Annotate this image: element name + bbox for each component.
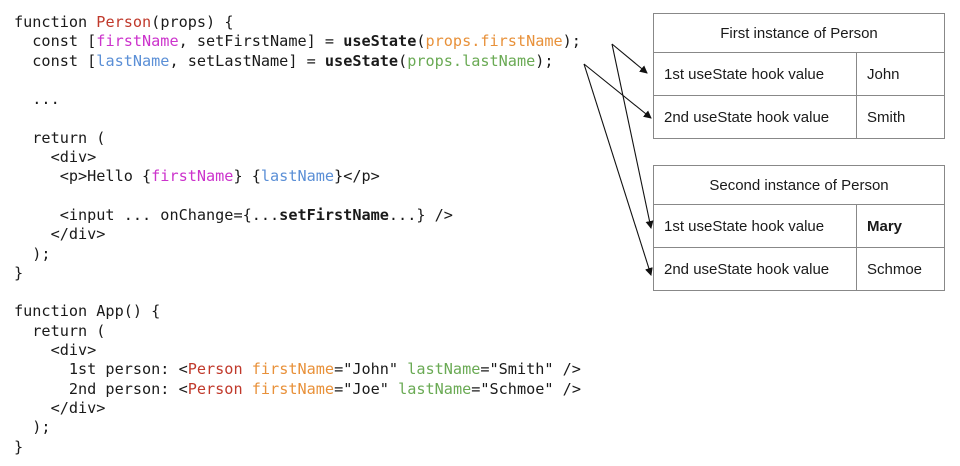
code-token: props.firstName [425, 32, 563, 51]
hook-label: 2nd useState hook value [653, 247, 857, 291]
code-token: </div> [14, 398, 106, 417]
code-token: } [14, 437, 24, 456]
hook-value: Smith [856, 95, 945, 139]
hook-label: 1st useState hook value [653, 204, 857, 248]
code-token: ="Joe" [334, 379, 399, 398]
code-token: useState [343, 32, 417, 51]
code-token: , setLastName] = [169, 51, 325, 70]
code-token: setFirstName [279, 205, 389, 224]
hook-value: John [856, 52, 945, 96]
code-token: <p>Hello { [14, 167, 152, 186]
code-token: return ( [14, 128, 106, 147]
code-token: 2nd person: < [14, 379, 188, 398]
code-token: firstName [151, 167, 234, 186]
code-line: } [14, 264, 581, 283]
code-line: 2nd person: <Person firstName="Joe" last… [14, 380, 581, 399]
code-token: firstName [96, 32, 179, 51]
first-instance-table: First instance of Person 1st useState ho… [653, 13, 945, 139]
code-token: ( [398, 51, 408, 70]
code-token: return ( [14, 321, 106, 340]
code-line: return ( [14, 129, 581, 148]
table-row: 2nd useState hook value Schmoe [653, 247, 945, 291]
table-row: 1st useState hook value Mary [653, 204, 945, 248]
code-token: firstName [251, 379, 335, 398]
first-instance-title: First instance of Person [653, 13, 945, 53]
code-token: firstName [251, 360, 335, 379]
code-line: ); [14, 418, 581, 437]
code-token: ( [416, 32, 426, 51]
code-token: props.lastName [407, 51, 536, 70]
code-token: } [14, 263, 24, 282]
code-token: 1st person: < [14, 360, 188, 379]
code-line: 1st person: <Person firstName="John" las… [14, 360, 581, 379]
code-token: ); [14, 244, 51, 263]
code-line: <div> [14, 341, 581, 360]
code-token: (props) { [151, 13, 234, 31]
code-token: ="John" [334, 360, 408, 379]
arrow-first-to-instance1 [611, 43, 648, 74]
code-token: ... [14, 90, 60, 109]
code-token: lastName [260, 167, 335, 186]
code-line: return ( [14, 322, 581, 341]
code-token: ); [535, 51, 554, 70]
table-row: 1st useState hook value John [653, 52, 945, 96]
code-token: ); [562, 32, 581, 51]
code-token: lastName [96, 51, 170, 70]
code-line: </div> [14, 399, 581, 418]
second-instance-table: Second instance of Person 1st useState h… [653, 165, 945, 291]
code-token: useState [324, 51, 399, 70]
code-token: <div> [14, 148, 97, 167]
code-line: <p>Hello {firstName} {lastName}</p> [14, 167, 581, 186]
code-token: function [14, 13, 97, 31]
hook-label: 2nd useState hook value [653, 95, 857, 139]
hook-label: 1st useState hook value [653, 52, 857, 96]
hook-value: Schmoe [856, 247, 945, 291]
code-token: <input ... onChange={... [14, 205, 280, 224]
hook-value: Mary [856, 204, 945, 248]
second-instance-title: Second instance of Person [653, 165, 945, 205]
code-token: <div> [14, 341, 97, 360]
code-token: function App() { [14, 302, 161, 321]
code-line: </div> [14, 225, 581, 244]
code-line: <div> [14, 148, 581, 167]
table-row: 2nd useState hook value Smith [653, 95, 945, 139]
code-token: }</p> [334, 167, 380, 186]
code-line: } [14, 438, 581, 457]
code-token: Person [96, 13, 152, 31]
code-line: ); [14, 245, 581, 264]
code-token: ...} /> [388, 205, 453, 224]
code-token: const [ [14, 32, 97, 51]
code-line: function App() { [14, 302, 581, 321]
code-line: <input ... onChange={...setFirstName...}… [14, 206, 581, 225]
code-token: ="Schmoe" /> [471, 379, 581, 398]
code-token: const [ [14, 51, 97, 70]
code-token: </div> [14, 225, 106, 244]
code-token: ); [14, 418, 51, 437]
code-line: function Person(props) { [14, 13, 581, 32]
code-line: ... [14, 90, 581, 109]
code-token: , setFirstName] = [178, 32, 344, 51]
arrow-first-to-instance2 [611, 43, 654, 229]
arrow-last-to-instance2 [583, 63, 653, 276]
code-token: Person [187, 360, 243, 379]
code-token: lastName [398, 379, 472, 398]
code-line: const [lastName, setLastName] = useState… [14, 52, 581, 71]
code-line: const [firstName, setFirstName] = useSta… [14, 32, 581, 51]
code-token: ="Smith" /> [480, 360, 581, 379]
code-token: } { [233, 167, 261, 186]
code-token: Person [187, 379, 243, 398]
arrow-last-to-instance1 [583, 63, 652, 119]
code-token: lastName [407, 360, 481, 379]
code-listing: function Person(props) { const [firstNam… [14, 13, 581, 457]
